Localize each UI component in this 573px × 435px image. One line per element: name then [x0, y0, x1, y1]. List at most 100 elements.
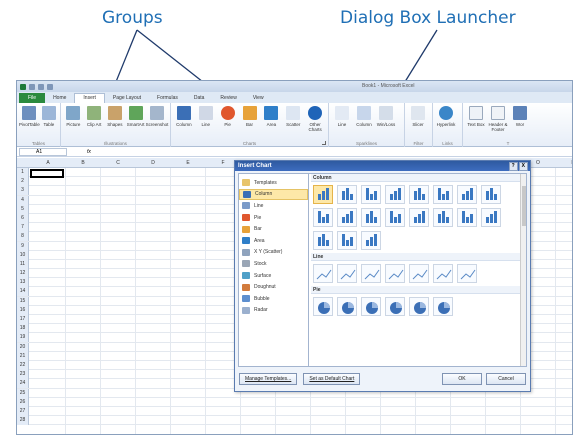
chart-type-stock[interactable]: Stock [239, 258, 308, 270]
area-chart-button[interactable]: Area [260, 106, 282, 127]
column-subtype-thumbnail[interactable] [361, 185, 381, 204]
table-button[interactable]: Table [40, 106, 58, 127]
row-header[interactable]: 18 [17, 324, 29, 334]
name-box[interactable]: A1 [19, 147, 67, 156]
column-subtype-thumbnail[interactable] [409, 208, 429, 227]
row-header[interactable]: 13 [17, 278, 29, 288]
column-subtype-thumbnail[interactable] [409, 185, 429, 204]
column-header[interactable]: P [555, 160, 572, 166]
column-subtype-thumbnail[interactable] [313, 208, 333, 227]
shapes-button[interactable]: Shapes [105, 106, 126, 127]
column-chart-button[interactable]: Column [173, 106, 195, 127]
pie-subtype-thumbnail[interactable] [409, 297, 429, 316]
chart-type-doughnut[interactable]: Doughnut [239, 281, 308, 293]
manage-templates-button[interactable]: Manage Templates... [239, 373, 298, 385]
tab-insert[interactable]: Insert [74, 93, 105, 103]
pivottable-button[interactable]: PivotTable [19, 106, 40, 127]
picture-button[interactable]: Picture [63, 106, 84, 127]
gallery-scrollbar[interactable] [520, 174, 526, 366]
tab-formulas[interactable]: Formulas [149, 94, 186, 103]
row-header[interactable]: 27 [17, 406, 29, 416]
row-header[interactable]: 28 [17, 416, 29, 426]
row-header[interactable]: 10 [17, 250, 29, 260]
column-subtype-thumbnail[interactable] [481, 208, 501, 227]
column-subtype-thumbnail[interactable] [481, 185, 501, 204]
chart-type-pie[interactable]: Pie [239, 212, 308, 224]
row-header[interactable]: 5 [17, 204, 29, 214]
tab-data[interactable]: Data [186, 94, 213, 103]
other-charts-button[interactable]: Other Charts [304, 106, 326, 132]
row-header[interactable]: 25 [17, 388, 29, 398]
row-header[interactable]: 16 [17, 305, 29, 315]
line-subtype-thumbnail[interactable] [313, 264, 333, 283]
cancel-button[interactable]: Cancel [486, 373, 526, 385]
charts-dialog-launcher[interactable] [322, 141, 326, 145]
row-header[interactable]: 19 [17, 333, 29, 343]
row-header[interactable]: 11 [17, 259, 29, 269]
pie-subtype-thumbnail[interactable] [361, 297, 381, 316]
column-header[interactable]: B [65, 160, 101, 166]
row-header[interactable]: 24 [17, 379, 29, 389]
smartart-button[interactable]: SmartArt [125, 106, 146, 127]
row-header[interactable]: 9 [17, 241, 29, 251]
row-header[interactable]: 21 [17, 351, 29, 361]
row-header[interactable]: 12 [17, 269, 29, 279]
sparkline-column-button[interactable]: Column [353, 106, 375, 127]
screenshot-button[interactable]: Screenshot [146, 106, 168, 127]
pie-chart-button[interactable]: Pie [217, 106, 239, 127]
pie-subtype-thumbnail[interactable] [433, 297, 453, 316]
column-header[interactable]: E [170, 160, 206, 166]
row-header[interactable]: 6 [17, 213, 29, 223]
slicer-button[interactable]: Slicer [407, 106, 429, 127]
column-subtype-thumbnail[interactable] [361, 231, 381, 250]
save-icon[interactable] [29, 83, 35, 90]
row-header[interactable]: 1 [17, 168, 29, 177]
ok-button[interactable]: OK [442, 373, 482, 385]
tab-page-layout[interactable]: Page Layout [105, 94, 149, 103]
row-header[interactable]: 23 [17, 370, 29, 380]
column-header[interactable]: D [135, 160, 171, 166]
chart-type-templates[interactable]: Templates [239, 177, 308, 189]
help-button[interactable]: ? [508, 162, 518, 171]
sparkline-winloss-button[interactable]: Win/Loss [375, 106, 397, 127]
close-button[interactable]: X [518, 162, 528, 171]
row-header[interactable]: 22 [17, 360, 29, 370]
line-subtype-thumbnail[interactable] [457, 264, 477, 283]
column-subtype-thumbnail[interactable] [313, 231, 333, 250]
column-header[interactable]: C [100, 160, 136, 166]
scrollbar-thumb[interactable] [522, 186, 526, 226]
pie-subtype-thumbnail[interactable] [337, 297, 357, 316]
row-header[interactable]: 8 [17, 232, 29, 242]
clip-art-button[interactable]: Clip Art [84, 106, 105, 127]
line-subtype-thumbnail[interactable] [409, 264, 429, 283]
column-subtype-thumbnail[interactable] [313, 185, 333, 204]
chart-type-x-y-scatter[interactable]: X Y (Scatter) [239, 247, 308, 259]
chart-type-radar[interactable]: Radar [239, 305, 308, 317]
row-header[interactable]: 14 [17, 287, 29, 297]
chart-type-surface[interactable]: Surface [239, 270, 308, 282]
chart-type-area[interactable]: Area [239, 235, 308, 247]
tab-view[interactable]: View [245, 94, 272, 103]
tab-file[interactable]: File [19, 93, 46, 103]
column-subtype-thumbnail[interactable] [433, 208, 453, 227]
active-cell-a1[interactable] [30, 169, 64, 178]
text-box-button[interactable]: Text Box [465, 106, 487, 127]
row-header[interactable]: 17 [17, 315, 29, 324]
tab-review[interactable]: Review [212, 94, 244, 103]
scatter-chart-button[interactable]: Scatter [282, 106, 304, 127]
chart-type-line[interactable]: Line [239, 200, 308, 212]
row-header[interactable]: 26 [17, 397, 29, 407]
column-subtype-thumbnail[interactable] [433, 185, 453, 204]
column-subtype-thumbnail[interactable] [457, 208, 477, 227]
chart-type-bar[interactable]: Bar [239, 223, 308, 235]
column-subtype-thumbnail[interactable] [385, 208, 405, 227]
header-footer-button[interactable]: Header & Footer [487, 106, 509, 132]
column-subtype-thumbnail[interactable] [337, 208, 357, 227]
line-subtype-thumbnail[interactable] [385, 264, 405, 283]
line-subtype-thumbnail[interactable] [337, 264, 357, 283]
line-chart-button[interactable]: Line [195, 106, 217, 127]
line-subtype-thumbnail[interactable] [433, 264, 453, 283]
pie-subtype-thumbnail[interactable] [313, 297, 333, 316]
column-subtype-thumbnail[interactable] [385, 185, 405, 204]
column-subtype-thumbnail[interactable] [457, 185, 477, 204]
